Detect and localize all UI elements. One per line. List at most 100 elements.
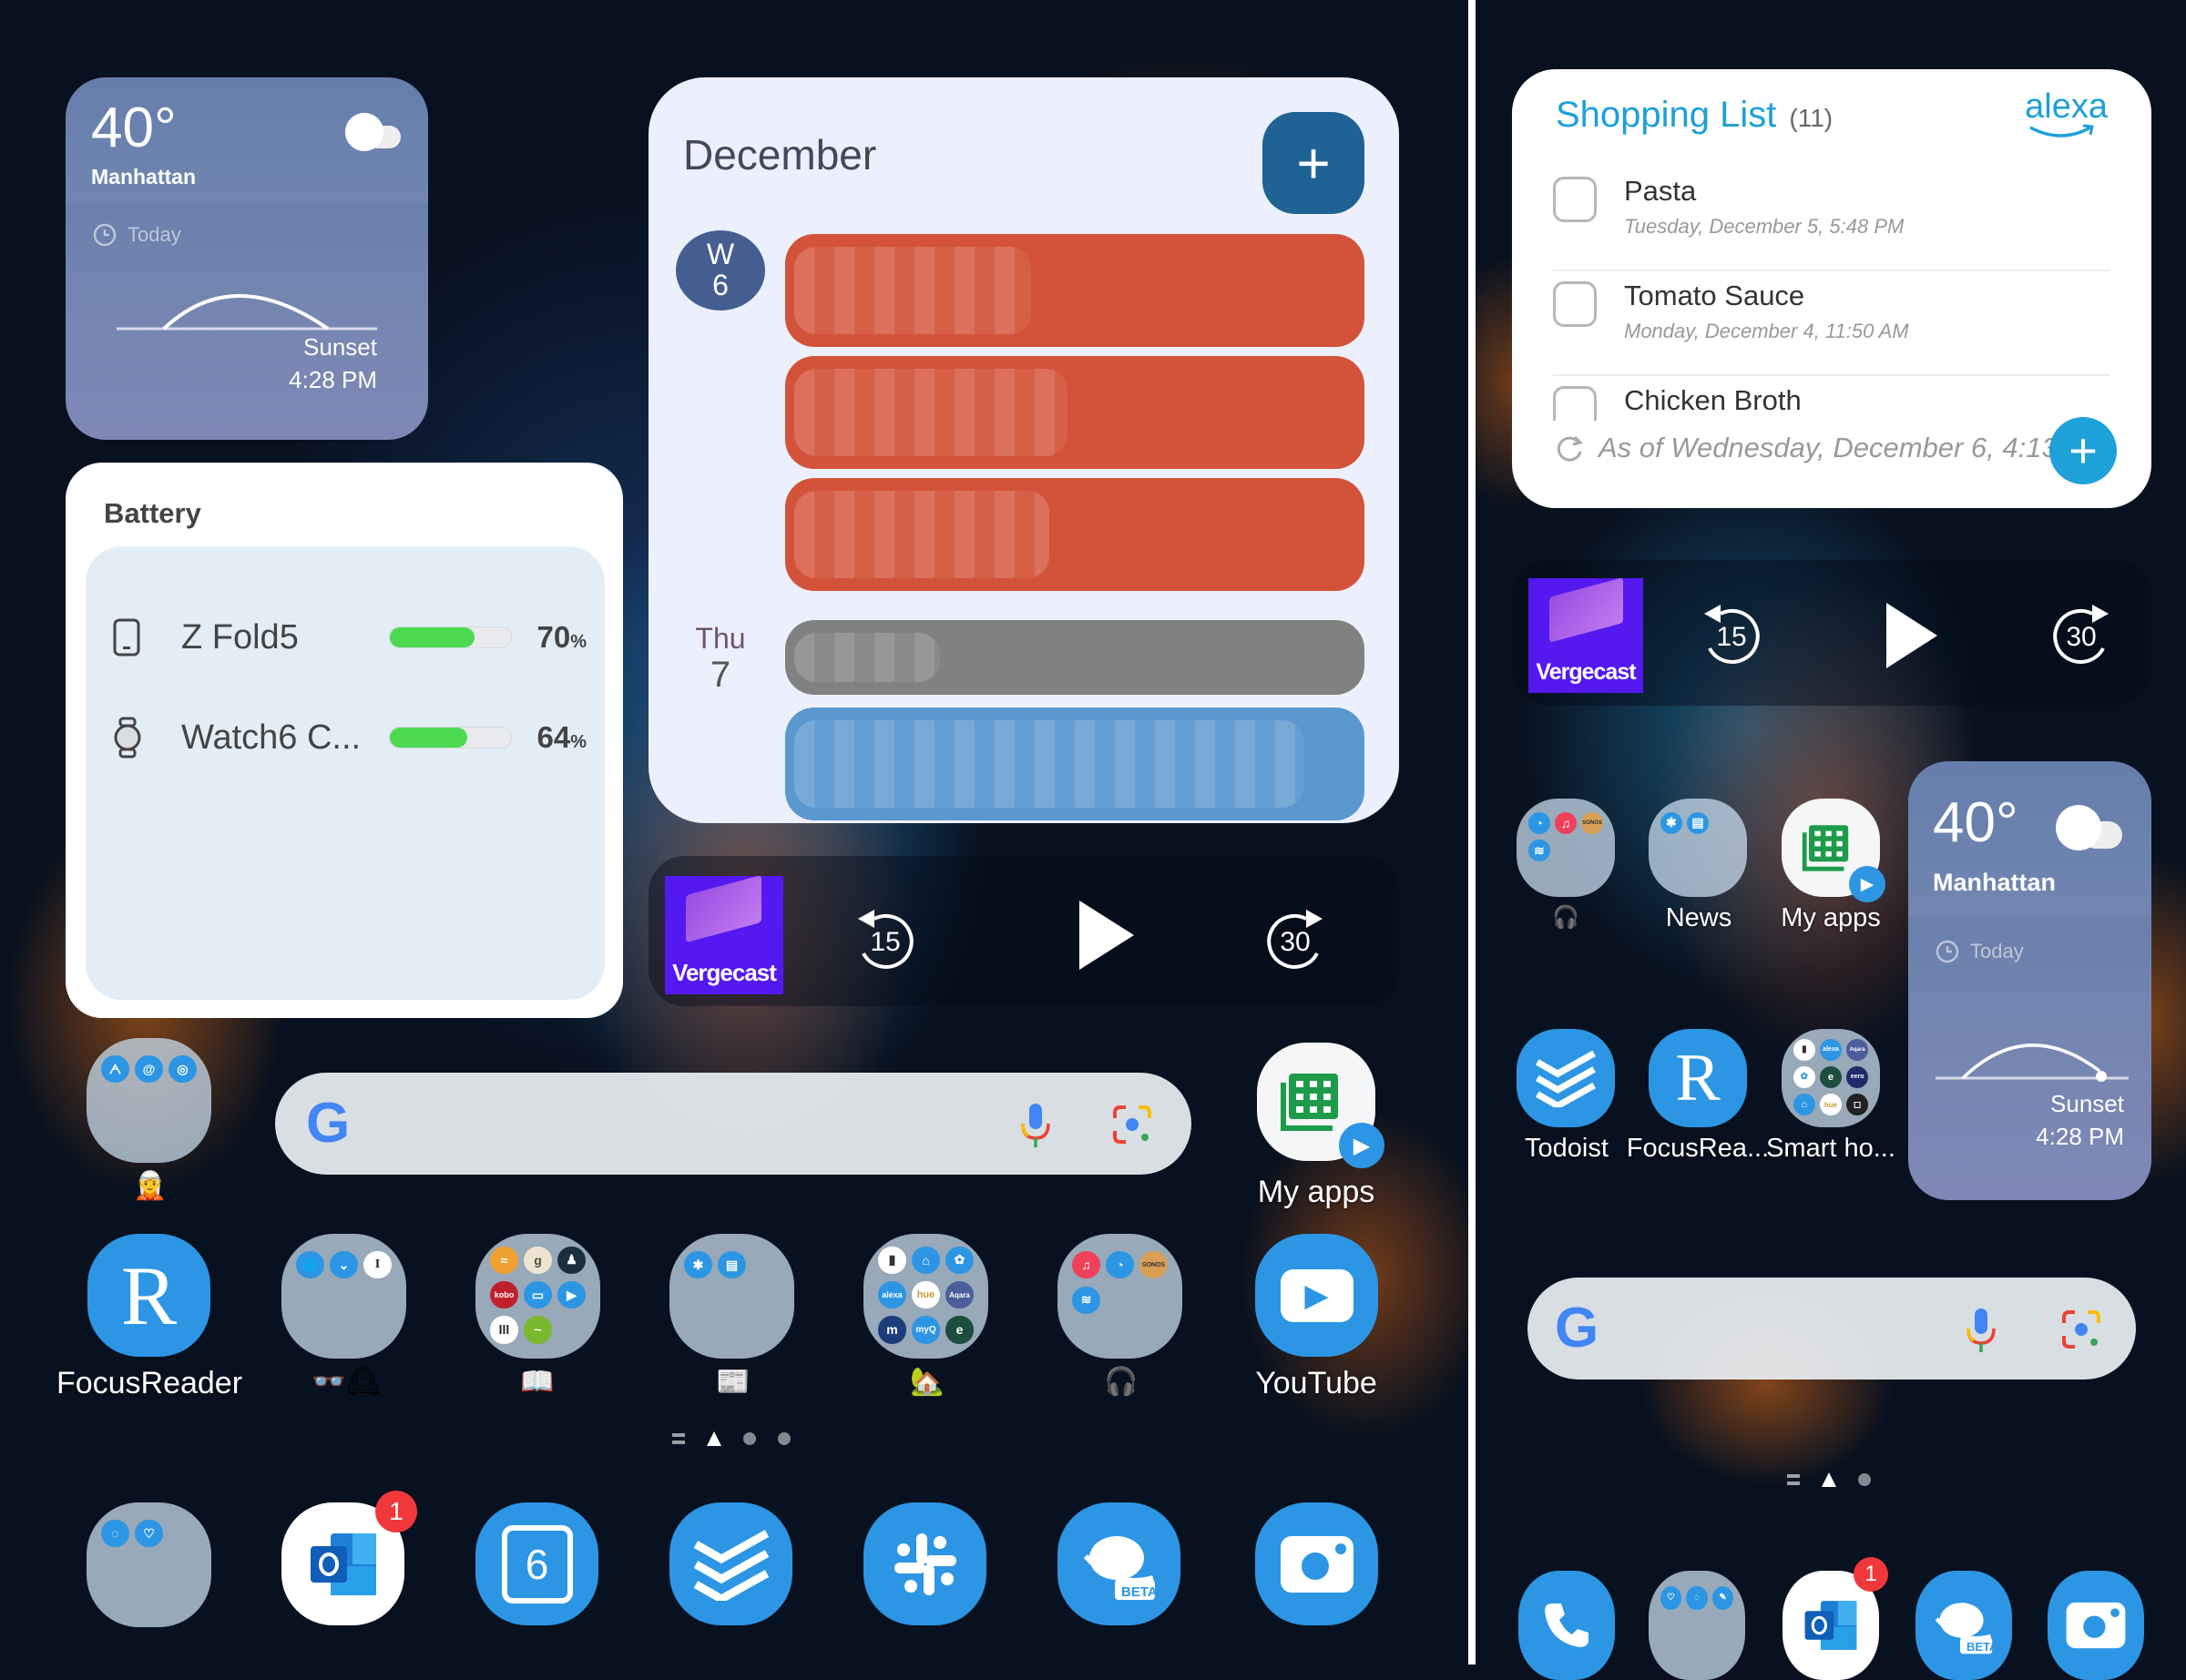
youtube-play-glyph: ▶ (1280, 1268, 1353, 1322)
google-search-bar[interactable]: G (1527, 1278, 2136, 1380)
home-page-icon[interactable] (1822, 1472, 1836, 1487)
podcast-player: Vergecast 15 30 (1512, 560, 2151, 706)
focusreader-glyph: R (1675, 1040, 1721, 1115)
refresh-icon[interactable] (1553, 432, 1586, 464)
camera-icon[interactable] (1255, 1502, 1378, 1625)
app-label: Smart ho... (1766, 1134, 1895, 1163)
todoist-icon[interactable] (669, 1502, 792, 1625)
shopping-item[interactable]: Pasta Tuesday, December 5, 5:48 PM (1553, 166, 2110, 271)
page-indicator[interactable] (672, 1431, 791, 1446)
music-icon: ♫ (1555, 812, 1577, 834)
item-checkbox[interactable] (1553, 386, 1597, 421)
shopping-item[interactable]: Tomato Sauce Monday, December 4, 11:50 A… (1553, 270, 2110, 376)
battery-percent: 70% (536, 620, 587, 655)
page-indicator[interactable] (1787, 1472, 1871, 1487)
google-search-bar[interactable]: G (275, 1073, 1191, 1175)
forward-30-button[interactable]: 30 (2040, 596, 2122, 678)
shopping-list-widget[interactable]: Shopping List (11) alexa Pasta Tuesday, D… (1512, 69, 2151, 508)
calendar-event[interactable] (785, 356, 1364, 469)
pocket-icon: ⌄ (330, 1251, 358, 1279)
podcast-cover[interactable]: Vergecast (665, 876, 783, 994)
page-dot[interactable] (1858, 1473, 1871, 1486)
add-item-button[interactable]: + (2049, 417, 2117, 484)
calendar-event[interactable] (785, 708, 1364, 820)
camera-icon[interactable] (2048, 1571, 2144, 1680)
slack-icon[interactable] (863, 1502, 986, 1625)
battery-widget[interactable]: Battery Z Fold5 70% Watch6 C... 64% (66, 463, 623, 1018)
podcast-cover[interactable]: Vergecast (1528, 578, 1643, 693)
microphone-icon[interactable] (1017, 1102, 1054, 1149)
reading-later-folder[interactable]: 🌐 ⌄ I (281, 1234, 406, 1359)
page-dot[interactable] (743, 1432, 756, 1445)
smart-home-folder[interactable]: ▮ alexa Aqara ✿ e eero ⌂ hue ◻ (1782, 1029, 1880, 1127)
play-button[interactable] (1874, 595, 1947, 677)
todoist-glyph (693, 1529, 769, 1601)
page-dot[interactable] (778, 1432, 791, 1445)
my-apps-icon[interactable]: ▶ (1782, 799, 1885, 902)
myq-icon: myQ (912, 1316, 940, 1344)
signal-icon: ◌ (101, 1520, 129, 1548)
messages-folder[interactable]: ◌ ♡ (87, 1502, 211, 1627)
phone-app-icon[interactable] (1518, 1571, 1615, 1680)
audio-folder[interactable]: ♫ ◔ SONOS ≋ (1057, 1234, 1182, 1359)
google-lens-icon[interactable] (1111, 1104, 1153, 1145)
amazon-smile-icon (2029, 124, 2094, 137)
calendar-widget[interactable]: December + W 6 Thu 7 (649, 77, 1399, 823)
weather-widget[interactable]: 40° Manhattan Today Sunset 4:28 PM (66, 77, 428, 440)
weekday: Thu (695, 622, 746, 655)
audio-folder[interactable]: ◔ ♫ SONOS ≋ (1517, 799, 1615, 897)
item-checkbox[interactable] (1553, 281, 1597, 327)
focusreader-icon[interactable]: R (87, 1234, 210, 1357)
smart-home-folder[interactable]: ▮ ⌂ ✿ alexa hue Aqara m myQ e (863, 1234, 988, 1359)
battery-row: Z Fold5 70% (86, 610, 605, 665)
sunset-label: Sunset (2050, 1090, 2124, 1117)
today-badge: W 6 (676, 230, 765, 311)
microphone-icon[interactable] (1963, 1307, 1999, 1354)
instapaper-icon: I (363, 1251, 392, 1279)
my-apps-icon[interactable]: ▶ (1257, 1043, 1384, 1168)
samsung-internet-beta-icon[interactable]: BETA (1057, 1502, 1180, 1625)
page-list-icon[interactable] (1787, 1474, 1800, 1485)
news-folder[interactable]: ✱ ▤ (669, 1234, 794, 1359)
focusreader-icon[interactable]: R (1649, 1029, 1747, 1127)
folder-label-emoji: 🎧 (1104, 1367, 1139, 1397)
youtube-icon[interactable]: ▶ (1255, 1234, 1378, 1357)
beta-label: BETA (1121, 1584, 1158, 1600)
calendar-event[interactable] (785, 620, 1364, 695)
play-button[interactable] (1069, 894, 1142, 976)
cover-title: Vergecast (672, 959, 777, 987)
todoist-icon[interactable] (1517, 1029, 1615, 1127)
add-event-button[interactable]: + (1262, 112, 1364, 214)
day-number: 6 (712, 269, 729, 301)
social-folder[interactable]: ᗅ @ ◎ (87, 1038, 211, 1163)
shopping-item[interactable]: Chicken Broth (1553, 375, 2110, 421)
eero-icon: eero (1846, 1066, 1869, 1088)
item-checkbox[interactable] (1553, 177, 1597, 222)
battery-bar (389, 727, 512, 748)
rewind-seconds: 15 (1716, 622, 1747, 652)
alexa-logo[interactable]: alexa (2025, 87, 2108, 137)
sync-status: As of Wednesday, December 6, 4:13 (1553, 432, 2058, 464)
calendar-event[interactable] (785, 234, 1364, 347)
weather-period-label: Today (1970, 940, 2024, 962)
calendar-event[interactable] (785, 478, 1364, 591)
battery-row: Watch6 C... 64% (86, 710, 605, 765)
rewind-15-button[interactable]: 15 (844, 901, 926, 983)
rewind-15-button[interactable]: 15 (1691, 596, 1772, 678)
forward-30-button[interactable]: 30 (1254, 901, 1336, 983)
play-icon (1886, 603, 1937, 668)
signal-icon: ◌ (1686, 1585, 1708, 1611)
podcast-player: Vergecast 15 30 (649, 856, 1399, 1006)
books-folder[interactable]: ≈ g ♟ kobo ▭ ▶ lll ~ (475, 1234, 600, 1359)
redacted-text (794, 369, 1067, 456)
messages-folder[interactable]: ♡ ◌ ✎ (1649, 1571, 1745, 1680)
phone-handset-glyph (1545, 1604, 1588, 1647)
weather-widget[interactable]: 40° Manhattan Today Sunset 4:28 PM (1908, 761, 2151, 1200)
home-page-icon[interactable] (707, 1431, 721, 1446)
page-list-icon[interactable] (672, 1433, 685, 1444)
google-lens-icon[interactable] (2060, 1308, 2102, 1350)
news-folder[interactable]: ✱ ▤ (1649, 799, 1747, 897)
samsung-internet-beta-icon[interactable]: BETA (1915, 1571, 2012, 1680)
calendar-app-icon[interactable]: 6 (475, 1502, 598, 1625)
clock-icon (93, 223, 117, 247)
